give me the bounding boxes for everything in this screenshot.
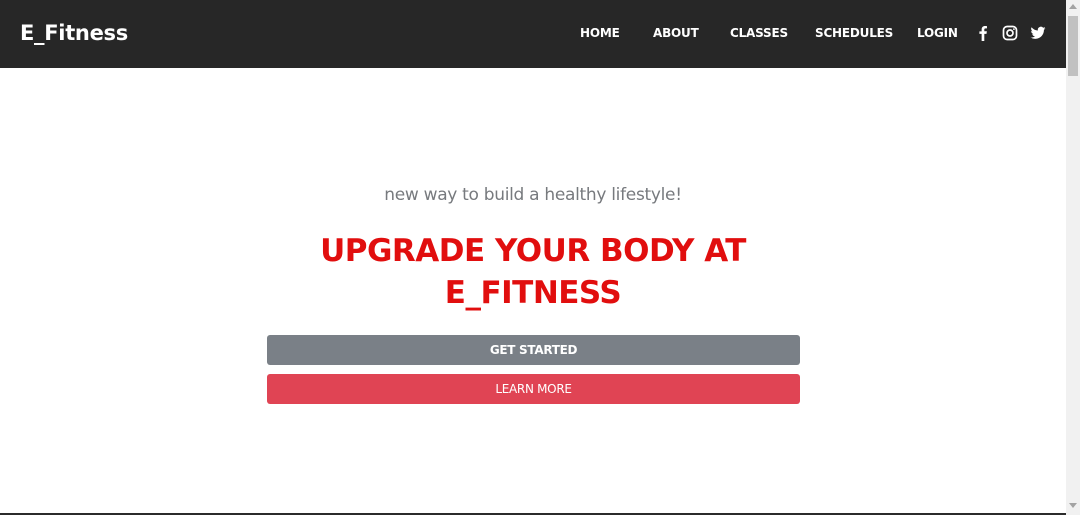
nav-link-schedules[interactable]: SCHEDULES (815, 24, 893, 42)
scroll-down-arrow-icon[interactable] (1069, 503, 1077, 508)
instagram-icon[interactable] (1001, 24, 1019, 42)
nav-link-about[interactable]: ABOUT (653, 24, 699, 42)
brand-logo[interactable]: E_Fitness (20, 19, 128, 47)
facebook-icon[interactable] (974, 24, 992, 42)
navbar: E_Fitness HOME ABOUT CLASSES SCHEDULES L… (0, 0, 1066, 68)
hero-headline-line2: E_FITNESS (444, 275, 622, 311)
scroll-up-arrow-icon[interactable] (1069, 4, 1077, 9)
scrollbar-thumb[interactable] (1068, 16, 1078, 76)
learn-more-button[interactable]: LEARN MORE (267, 374, 800, 404)
get-started-button[interactable]: GET STARTED (267, 335, 800, 365)
vertical-scrollbar[interactable] (1066, 0, 1080, 515)
nav-link-login[interactable]: LOGIN (917, 24, 958, 42)
page: E_Fitness HOME ABOUT CLASSES SCHEDULES L… (0, 0, 1080, 515)
hero-tagline: new way to build a healthy lifestyle! (384, 185, 682, 205)
hero-headline-line1: UPGRADE YOUR BODY AT (320, 233, 746, 269)
hero-headline: UPGRADE YOUR BODY AT E_FITNESS (0, 230, 1066, 314)
nav-link-classes[interactable]: CLASSES (730, 24, 788, 42)
twitter-icon[interactable] (1029, 24, 1047, 42)
nav-link-home[interactable]: HOME (580, 24, 620, 42)
